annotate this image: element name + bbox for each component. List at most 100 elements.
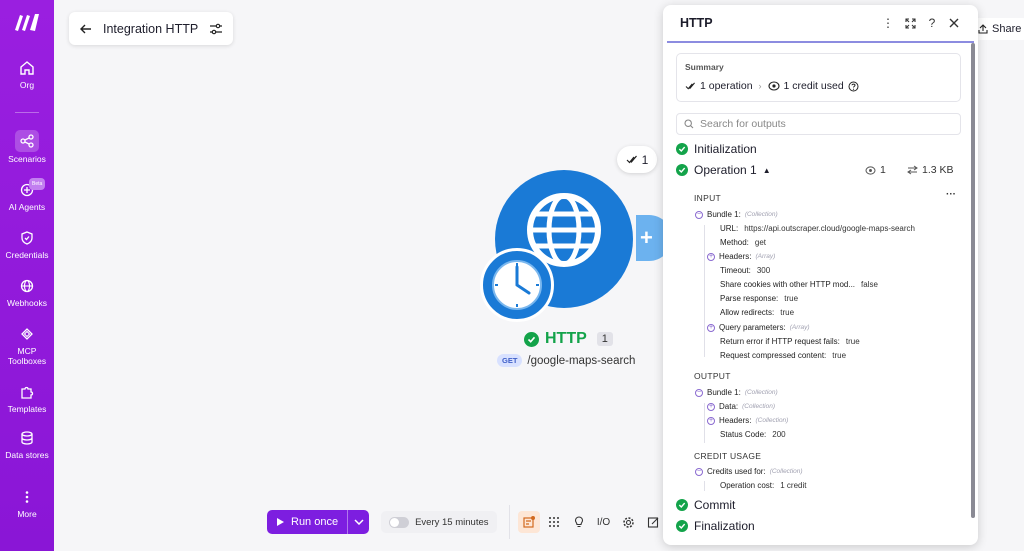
sliders-icon[interactable] bbox=[209, 22, 223, 36]
expand-plus-icon[interactable]: + bbox=[707, 402, 715, 411]
output-bundle-row[interactable]: − Bundle 1: (Collection) bbox=[695, 388, 778, 397]
sidebar-item-label: More bbox=[17, 509, 37, 519]
close-icon[interactable] bbox=[947, 16, 961, 30]
more-vertical-icon[interactable]: ⋮ bbox=[881, 16, 895, 30]
sidebar-item-mcp-toolboxes[interactable]: MCP Toolboxes bbox=[0, 326, 54, 366]
explain-flow-button[interactable] bbox=[568, 511, 590, 533]
output-search-input[interactable]: Search for outputs bbox=[676, 113, 961, 135]
scheduling-switch[interactable] bbox=[389, 516, 410, 528]
sidebar-item-webhooks[interactable]: Webhooks bbox=[0, 278, 54, 308]
tree-type: (Collection) bbox=[744, 211, 778, 218]
input-headers-row[interactable]: + Headers: (Array) bbox=[707, 252, 775, 261]
tree-value: false bbox=[861, 280, 878, 289]
input-section-title: INPUT bbox=[694, 193, 721, 203]
endpoint-path: /google-maps-search bbox=[527, 354, 636, 367]
help-circle-icon[interactable] bbox=[848, 81, 859, 92]
collapse-icon[interactable]: − bbox=[695, 388, 703, 397]
expand-plus-icon[interactable]: + bbox=[707, 252, 715, 261]
schedule-toggle[interactable]: Every 15 minutes bbox=[381, 511, 497, 533]
plus-icon: + bbox=[640, 225, 653, 250]
tree-key: URL: bbox=[720, 224, 739, 233]
tree-type: (Collection) bbox=[742, 403, 775, 410]
sidebar-item-label: Templates bbox=[7, 404, 47, 414]
tree-value: true bbox=[845, 337, 860, 346]
chevron-down-icon bbox=[354, 519, 364, 525]
sidebar-item-label: AI Agents bbox=[8, 202, 46, 212]
run-once-button[interactable]: Run once bbox=[267, 510, 370, 534]
output-headers-row[interactable]: + Headers: (Collection) bbox=[707, 416, 788, 425]
credit-coin-icon bbox=[865, 165, 876, 175]
more-horizontal-icon[interactable]: ··· bbox=[946, 189, 956, 200]
io-tool-button[interactable]: I/O bbox=[593, 511, 615, 533]
module-output-panel: HTTP ⋮ ? Summary 1 operation › 1 credit … bbox=[663, 5, 978, 545]
expand-icon[interactable] bbox=[903, 16, 917, 30]
tree-value: true bbox=[784, 294, 799, 303]
sidebar-item-scenarios[interactable]: Scenarios bbox=[0, 130, 54, 164]
settings-tool-button[interactable] bbox=[618, 511, 640, 533]
schedule-clock-icon[interactable] bbox=[480, 248, 554, 322]
breadcrumb-separator-icon: › bbox=[758, 81, 762, 91]
success-check-icon bbox=[676, 143, 688, 155]
operation-credits: 1 bbox=[865, 164, 886, 176]
notes-tool-button[interactable] bbox=[643, 511, 665, 533]
arrow-left-icon[interactable] bbox=[79, 22, 93, 36]
step-operation-1[interactable]: Operation 1 ▲ bbox=[676, 163, 771, 177]
tree-key: Bundle 1: bbox=[707, 210, 741, 219]
scenario-title[interactable]: Integration HTTP bbox=[103, 22, 209, 36]
run-options-dropdown[interactable] bbox=[347, 510, 369, 534]
step-initialization[interactable]: Initialization bbox=[676, 142, 757, 156]
transfer-arrows-icon bbox=[907, 165, 918, 175]
operations-badge[interactable]: 1 bbox=[617, 146, 657, 173]
grid-tool-button[interactable] bbox=[543, 511, 565, 533]
panel-scrollbar[interactable] bbox=[971, 43, 975, 518]
step-label: Commit bbox=[694, 498, 736, 512]
input-bundle-row[interactable]: − Bundle 1: (Collection) bbox=[695, 210, 778, 219]
gear-icon bbox=[623, 516, 634, 528]
node-id-badge: 1 bbox=[596, 332, 613, 346]
tree-key: Bundle 1: bbox=[707, 388, 741, 397]
tree-key: Data: bbox=[719, 402, 739, 411]
tree-type: (Collection) bbox=[769, 468, 803, 475]
sidebar-item-data-stores[interactable]: Data stores bbox=[0, 430, 54, 460]
caret-up-icon[interactable]: ▲ bbox=[763, 166, 771, 175]
collapse-icon[interactable]: − bbox=[695, 210, 703, 219]
share-button[interactable]: Share bbox=[972, 18, 1024, 40]
tree-key: Operation cost: bbox=[720, 481, 775, 490]
sidebar-item-credentials[interactable]: Credentials bbox=[0, 230, 54, 260]
tree-type: (Collection) bbox=[755, 417, 789, 424]
run-once-main[interactable]: Run once bbox=[267, 510, 347, 534]
shield-icon bbox=[21, 231, 33, 245]
step-label: Initialization bbox=[694, 142, 757, 156]
expand-plus-icon[interactable]: + bbox=[707, 323, 715, 332]
double-check-icon bbox=[685, 82, 695, 90]
help-icon[interactable]: ? bbox=[925, 16, 939, 30]
input-query-row[interactable]: + Query parameters: (Array) bbox=[707, 323, 810, 332]
scenario-title-card: Integration HTTP bbox=[69, 12, 233, 45]
expand-plus-icon[interactable]: + bbox=[707, 416, 715, 425]
grid-dots-icon bbox=[548, 517, 559, 527]
sidebar-item-more[interactable]: More bbox=[0, 489, 54, 519]
operation-size: 1.3 KB bbox=[907, 164, 954, 176]
sidebar-item-ai-agents[interactable]: Beta AI Agents bbox=[0, 178, 54, 212]
sidebar-item-templates[interactable]: Templates bbox=[0, 384, 54, 414]
credits-used-row[interactable]: − Credits used for: (Collection) bbox=[695, 467, 803, 476]
tree-value: get bbox=[754, 238, 767, 247]
collapse-icon[interactable]: − bbox=[695, 467, 703, 476]
input-error-row: Return error if HTTP request fails: true bbox=[720, 337, 860, 346]
sidebar-item-label: Data stores bbox=[5, 450, 49, 460]
make-logo-icon[interactable] bbox=[13, 12, 41, 32]
output-data-row[interactable]: + Data: (Collection) bbox=[707, 402, 775, 411]
puzzle-icon bbox=[21, 386, 34, 399]
input-url-row: URL: https://api.outscraper.cloud/google… bbox=[720, 224, 915, 233]
more-vertical-icon bbox=[25, 491, 29, 503]
sidebar-item-label: Scenarios bbox=[8, 154, 46, 164]
step-commit[interactable]: Commit bbox=[676, 498, 735, 512]
tree-key: Credits used for: bbox=[707, 467, 766, 476]
method-badge: GET bbox=[497, 354, 523, 367]
node-subtitle: GET /google-maps-search bbox=[497, 354, 635, 367]
beta-badge: Beta bbox=[29, 178, 46, 190]
summary-row: 1 operation › 1 credit used bbox=[685, 80, 952, 92]
history-tool-button[interactable] bbox=[517, 511, 540, 533]
sidebar-item-org[interactable]: Org bbox=[0, 60, 54, 90]
step-finalization[interactable]: Finalization bbox=[676, 519, 755, 533]
